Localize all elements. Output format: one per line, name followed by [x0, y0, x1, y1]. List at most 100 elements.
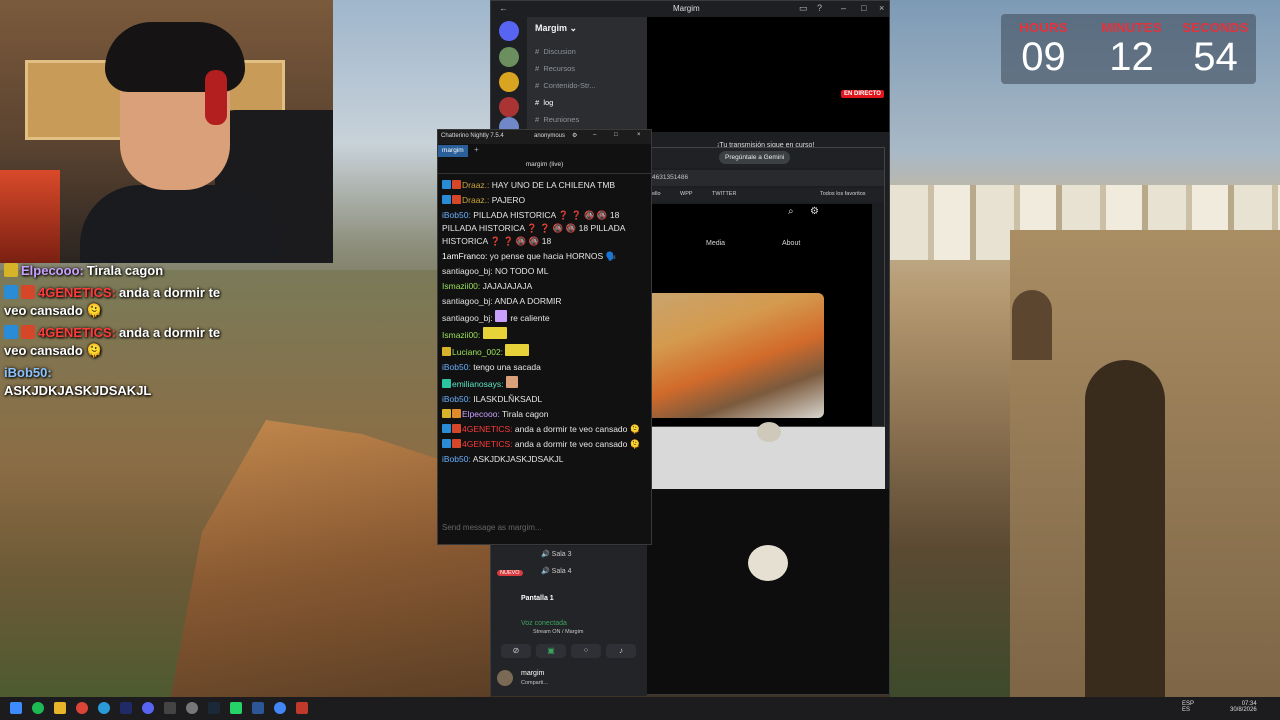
- maximize-icon[interactable]: □: [614, 132, 618, 138]
- search-icon[interactable]: ⌕: [788, 206, 794, 217]
- whatsapp-icon[interactable]: [230, 702, 242, 714]
- timer-minutes: MINUTES 12: [1089, 20, 1174, 79]
- post-image[interactable]: [652, 293, 824, 418]
- obs-icon[interactable]: [186, 702, 198, 714]
- app-icon[interactable]: [164, 702, 176, 714]
- chat-user[interactable]: emilianosays:: [452, 379, 504, 389]
- badge-icon: [21, 325, 35, 339]
- soundboard-button[interactable]: ♪: [606, 644, 636, 658]
- chat-input[interactable]: Send message as margim...: [438, 523, 651, 539]
- chat-user[interactable]: santiagoo_bj:: [442, 266, 493, 276]
- close-icon[interactable]: ×: [879, 3, 884, 13]
- tab-media[interactable]: Media: [706, 240, 725, 247]
- live-badge: EN DIRECTO: [841, 90, 884, 98]
- address-bar[interactable]: 4631351486: [652, 170, 884, 186]
- chat-user[interactable]: iBob50:: [442, 454, 471, 464]
- inbox-icon[interactable]: ▭: [799, 3, 808, 14]
- chat-user[interactable]: iBob50:: [442, 362, 471, 372]
- windows-start-icon[interactable]: [10, 702, 22, 714]
- edge-icon[interactable]: [98, 702, 110, 714]
- chat-user[interactable]: Draaz.:: [462, 195, 489, 205]
- account-name[interactable]: anonymous: [534, 133, 565, 139]
- guild-name[interactable]: Margim ⌄: [535, 23, 577, 34]
- screen-share-button[interactable]: ▣: [536, 644, 566, 658]
- chrome-icon[interactable]: [76, 702, 88, 714]
- timer-seconds: SECONDS 54: [1173, 20, 1258, 79]
- browser-titlebar[interactable]: Pregúntale a Gemini: [652, 148, 884, 168]
- chatterino-window[interactable]: Chatterino Nightly 7.5.4 anonymous ⚙ – □…: [437, 129, 652, 545]
- server-icon[interactable]: [499, 47, 519, 67]
- chat-user[interactable]: 4GENETICS:: [462, 439, 513, 449]
- browser-window[interactable]: Pregúntale a Gemini 4631351486 ello WPP …: [651, 147, 885, 427]
- wallpaper-bridge-arch-small: [1012, 290, 1052, 360]
- scrollbar[interactable]: [872, 204, 884, 426]
- maximize-icon[interactable]: □: [861, 3, 866, 13]
- badge-icon: [442, 347, 451, 356]
- chat-user[interactable]: Elpecooo:: [462, 409, 500, 419]
- add-tab-icon[interactable]: +: [474, 145, 479, 154]
- help-icon[interactable]: ?: [817, 3, 822, 13]
- chrome-profile-icon[interactable]: [274, 702, 286, 714]
- channel-item[interactable]: # Reuniones: [535, 115, 579, 124]
- language-indicator[interactable]: ESP ES: [1182, 701, 1194, 713]
- file-explorer-icon[interactable]: [54, 702, 66, 714]
- minimize-icon[interactable]: –: [841, 3, 846, 13]
- server-icon[interactable]: [499, 21, 519, 41]
- chat-text: re caliente: [510, 313, 550, 323]
- bookmark-item[interactable]: TWITTER: [712, 191, 736, 197]
- back-arrow-icon[interactable]: ←: [499, 3, 508, 13]
- channel-item[interactable]: # log: [535, 98, 553, 107]
- chat-user[interactable]: 4GENETICS:: [462, 424, 513, 434]
- premiere-icon[interactable]: [120, 702, 132, 714]
- app-icon[interactable]: [296, 702, 308, 714]
- voice-channel-item[interactable]: 🔊 Sala 4: [541, 567, 572, 575]
- overlay-chat-text: Tirala cagon: [86, 263, 164, 278]
- discord-titlebar[interactable]: ← Margim ▭ ? – □ ×: [491, 1, 889, 17]
- chat-user[interactable]: iBob50:: [442, 210, 471, 220]
- channel-item[interactable]: # Discusion: [535, 47, 576, 56]
- tab-about[interactable]: About: [782, 240, 800, 247]
- chat-user[interactable]: santiagoo_bj:: [442, 313, 493, 323]
- tab-margim[interactable]: margim: [438, 145, 468, 157]
- discord-stream-view[interactable]: [647, 17, 889, 132]
- camera-off-button[interactable]: ⊘: [501, 644, 531, 658]
- notepad-icon[interactable]: [252, 702, 264, 714]
- channel-item[interactable]: # Recursos: [535, 64, 575, 73]
- chat-user[interactable]: Ismazii00:: [442, 281, 480, 291]
- gemini-button[interactable]: Pregúntale a Gemini: [719, 151, 791, 164]
- badge-icon: [452, 180, 461, 189]
- badge-icon: [442, 180, 451, 189]
- chat-user[interactable]: 1amFranco:: [442, 251, 487, 261]
- chat-user[interactable]: santiagoo_bj:: [442, 296, 493, 306]
- stream-chat-overlay: Elpecooo: Tirala cagon 4GENETICS: anda a d…: [4, 262, 244, 404]
- avatar[interactable]: [497, 670, 513, 686]
- chat-user[interactable]: Ismazii00:: [442, 330, 480, 340]
- timer-hours-label: HOURS: [1019, 20, 1068, 35]
- close-icon[interactable]: ×: [637, 132, 641, 138]
- activities-button[interactable]: ⁘: [571, 644, 601, 658]
- spotify-icon[interactable]: [32, 702, 44, 714]
- all-bookmarks[interactable]: Todos los favoritos: [820, 191, 866, 197]
- timer-hours: HOURS 09: [1001, 20, 1086, 79]
- server-icon[interactable]: [499, 97, 519, 117]
- chat-text: ASKJDKJASKJDSAKJL: [472, 454, 564, 464]
- chat-user[interactable]: Luciano_002:: [452, 347, 503, 357]
- server-icon[interactable]: [499, 72, 519, 92]
- steam-icon[interactable]: [208, 702, 220, 714]
- clock[interactable]: 07:34 30/8/2026: [1230, 701, 1257, 713]
- avatar: [748, 545, 788, 581]
- emote-icon: [494, 310, 507, 322]
- channel-item[interactable]: # Contenido-Str...: [535, 81, 595, 90]
- voice-channel-item[interactable]: 🔊 Sala 3: [541, 550, 572, 558]
- discord-icon[interactable]: [142, 702, 154, 714]
- gear-icon[interactable]: ⚙: [572, 132, 577, 139]
- chat-user[interactable]: iBob50:: [442, 394, 471, 404]
- badge-icon: [442, 439, 451, 448]
- taskbar: ESP ES 07:34 30/8/2026: [0, 697, 1280, 720]
- chat-user[interactable]: Draaz.:: [462, 180, 489, 190]
- gear-icon[interactable]: ⚙: [810, 206, 819, 217]
- bookmark-item[interactable]: WPP: [680, 191, 693, 197]
- minimize-icon[interactable]: –: [593, 132, 596, 138]
- chatterino-titlebar[interactable]: Chatterino Nightly 7.5.4 anonymous ⚙ – □…: [438, 130, 651, 144]
- bookmark-item[interactable]: ello: [652, 191, 661, 197]
